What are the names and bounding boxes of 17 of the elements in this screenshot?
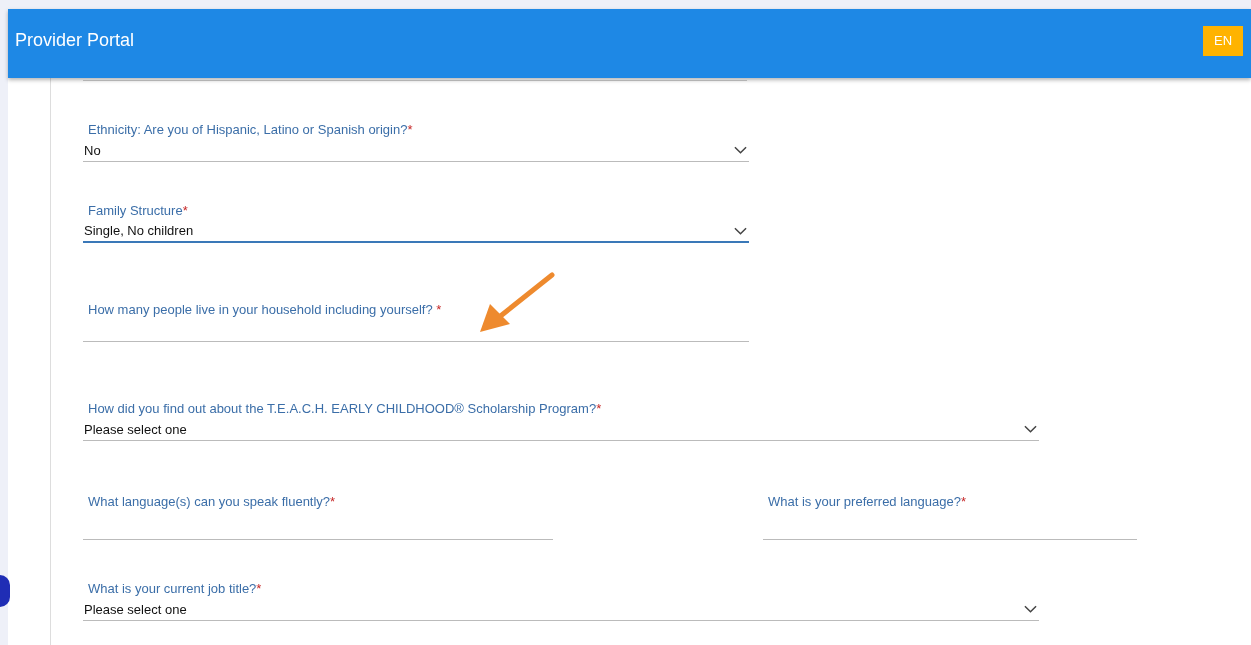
field-label: What language(s) can you speak fluently?* bbox=[87, 493, 337, 511]
chevron-down-icon bbox=[1024, 605, 1037, 613]
field-label: Ethnicity: Are you of Hispanic, Latino or Spanish origin?* bbox=[87, 121, 414, 139]
field-label: How many people live in your household including yourself? * bbox=[87, 301, 443, 319]
field-label: Family Structure* bbox=[87, 202, 189, 220]
field-label: How did you find out about the T.E.A.C.H. EARLY CHILDHOOD® Scholarship Program?* bbox=[87, 400, 603, 418]
field-label: What is your preferred language?* bbox=[767, 493, 967, 511]
select-field[interactable]: No bbox=[83, 139, 749, 162]
chevron-down-icon bbox=[734, 226, 747, 235]
chevron-down-icon bbox=[1024, 425, 1037, 433]
field-label: What is your current job title?* bbox=[87, 580, 263, 598]
select-field[interactable]: Single, No children bbox=[83, 220, 749, 243]
select-field[interactable]: Please select one bbox=[83, 418, 1039, 441]
app-title: Provider Portal bbox=[15, 30, 135, 51]
chevron-down-icon bbox=[734, 146, 747, 154]
side-handle[interactable] bbox=[0, 575, 10, 607]
select-field[interactable]: Please select one bbox=[83, 598, 1039, 621]
